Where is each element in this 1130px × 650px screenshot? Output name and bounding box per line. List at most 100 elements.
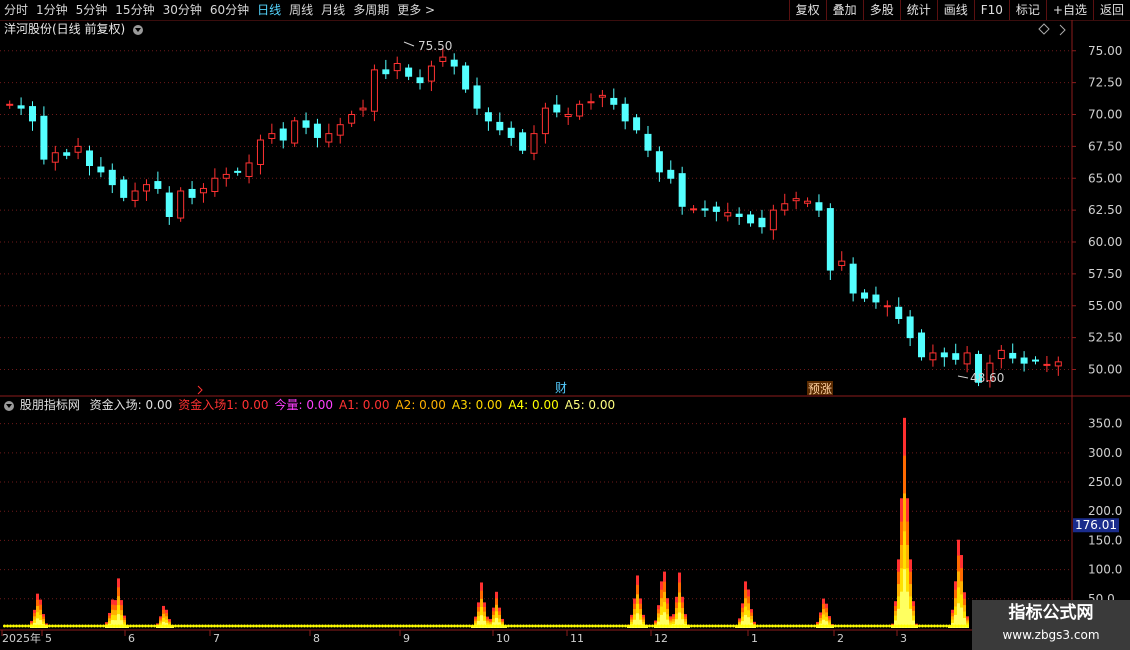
baseline-dot [657, 624, 660, 628]
candle-body [108, 169, 116, 186]
candle-body [131, 190, 139, 201]
candle-body [51, 152, 59, 163]
candle-body [188, 188, 196, 198]
candle-body [97, 166, 105, 173]
baseline-dot [309, 624, 312, 628]
time-label: 7 [213, 632, 220, 645]
baseline-dot [405, 624, 408, 628]
baseline-dot [372, 624, 375, 628]
candle-body [849, 263, 857, 294]
baseline-dot [348, 624, 351, 628]
baseline-dot [36, 624, 39, 628]
baseline-dot [771, 624, 774, 628]
candle-body [553, 104, 561, 113]
baseline-dot [699, 624, 702, 628]
low-price-label: 48.60 [970, 371, 1004, 385]
candle-body [564, 114, 572, 118]
baseline-dot [51, 624, 54, 628]
baseline-dot [792, 624, 795, 628]
baseline-dot [327, 624, 330, 628]
high-price-pointer [403, 41, 415, 47]
baseline-dot [126, 624, 129, 628]
candle-body [712, 206, 720, 212]
baseline-dot [927, 624, 930, 628]
baseline-dot [171, 624, 174, 628]
baseline-dot [843, 624, 846, 628]
baseline-dot [816, 624, 819, 628]
baseline-dot [54, 624, 57, 628]
baseline-dot [441, 624, 444, 628]
chart-canvas[interactable]: 75.00 72.50 70.00 67.50 65.00 62.50 60.00 57.50… [0, 0, 1130, 650]
candle-body [610, 97, 618, 105]
baseline-dot [861, 624, 864, 628]
candle-body [291, 120, 299, 144]
event-label-finance: 财 [555, 381, 567, 395]
baseline-dot [780, 624, 783, 628]
baseline-dot [942, 624, 945, 628]
baseline-dot [579, 624, 582, 628]
candle-body [348, 114, 356, 124]
indicator-bar [906, 591, 909, 628]
baseline-dot [522, 624, 525, 628]
baseline-dot [270, 624, 273, 628]
candle-body [450, 59, 458, 67]
price-tick-label: 60.00 [1088, 235, 1122, 249]
baseline-dot [24, 624, 27, 628]
baseline-dot [768, 624, 771, 628]
baseline-dot [324, 624, 327, 628]
baseline-dot [801, 624, 804, 628]
baseline-dot [747, 624, 750, 628]
baseline-dot [468, 624, 471, 628]
candle-body [895, 306, 903, 319]
baseline-dot [762, 624, 765, 628]
baseline-dot [6, 624, 9, 628]
baseline-dot [903, 624, 906, 628]
baseline-dot [666, 624, 669, 628]
baseline-dot [30, 624, 33, 628]
candle-body [256, 139, 264, 165]
candle-body [1020, 357, 1028, 364]
baseline-dot [933, 624, 936, 628]
baseline-dot [876, 624, 879, 628]
candle-body [393, 63, 401, 72]
baseline-dot [342, 624, 345, 628]
baseline-dot [177, 624, 180, 628]
baseline-dot [945, 624, 948, 628]
baseline-dot [450, 624, 453, 628]
baseline-dot [228, 624, 231, 628]
indicator-tick-label: 250.0 [1088, 475, 1122, 489]
baseline-dot [639, 624, 642, 628]
baseline-dot [444, 624, 447, 628]
time-label: 8 [313, 632, 320, 645]
baseline-dot [834, 624, 837, 628]
candle-body [678, 173, 686, 207]
baseline-dot [357, 624, 360, 628]
baseline-dot [672, 624, 675, 628]
baseline-dot [483, 624, 486, 628]
baseline-dot [573, 624, 576, 628]
baseline-dot [558, 624, 561, 628]
baseline-dot [408, 624, 411, 628]
baseline-dot [300, 624, 303, 628]
baseline-dot [234, 624, 237, 628]
baseline-dot [252, 624, 255, 628]
baseline-dot [798, 624, 801, 628]
low-price-pointer [957, 375, 969, 379]
candle-body [245, 162, 253, 177]
baseline-dot [819, 624, 822, 628]
baseline-dot [378, 624, 381, 628]
indicator-tick-label: 150.0 [1088, 533, 1122, 547]
candle-body [1054, 361, 1062, 367]
baseline-dot [900, 624, 903, 628]
baseline-dot [423, 624, 426, 628]
baseline-dot [513, 624, 516, 628]
baseline-dot [138, 624, 141, 628]
baseline-dot [588, 624, 591, 628]
baseline-dot [9, 624, 12, 628]
candle-body [85, 150, 93, 166]
baseline-dot [795, 624, 798, 628]
baseline-dot [540, 624, 543, 628]
baseline-dot [921, 624, 924, 628]
baseline-dot [651, 624, 654, 628]
baseline-dot [501, 624, 504, 628]
